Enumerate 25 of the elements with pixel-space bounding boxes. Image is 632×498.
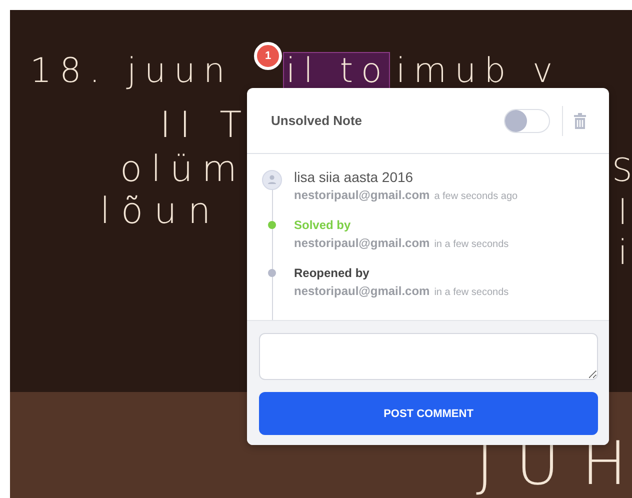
status-dot bbox=[268, 221, 276, 229]
heading-text: lõun bbox=[100, 194, 222, 230]
heading-text: olüm bbox=[120, 152, 246, 188]
heading-text: imub v bbox=[396, 54, 561, 88]
heading-text: 18. juun bbox=[30, 54, 233, 88]
heading-text: l bbox=[618, 196, 628, 230]
trash-icon[interactable] bbox=[573, 112, 587, 130]
post-comment-button[interactable]: POST COMMENT bbox=[259, 392, 598, 435]
author-email: nestoripaul@gmail.com bbox=[294, 188, 430, 202]
status-dot bbox=[268, 269, 276, 277]
entry-time: a few seconds ago bbox=[434, 191, 518, 202]
entry-text: Solved by bbox=[294, 217, 352, 234]
entry-time: in a few seconds bbox=[434, 287, 509, 298]
entry-text: lisa siia aasta 2016 bbox=[294, 168, 414, 186]
resolve-toggle[interactable] bbox=[504, 108, 550, 132]
entry-text: Reopened by bbox=[294, 265, 370, 282]
comment-field[interactable] bbox=[259, 333, 598, 380]
heading-text: II T bbox=[160, 108, 251, 144]
author-email: nestoripaul@gmail.com bbox=[294, 236, 430, 250]
note-title: Unsolved Note bbox=[271, 113, 364, 128]
entry-time: in a few seconds bbox=[434, 239, 509, 250]
heading-text: i bbox=[618, 236, 628, 270]
heading-text: S bbox=[612, 154, 632, 186]
heading-text: il to bbox=[286, 54, 390, 88]
author-email: nestoripaul@gmail.com bbox=[294, 284, 430, 298]
